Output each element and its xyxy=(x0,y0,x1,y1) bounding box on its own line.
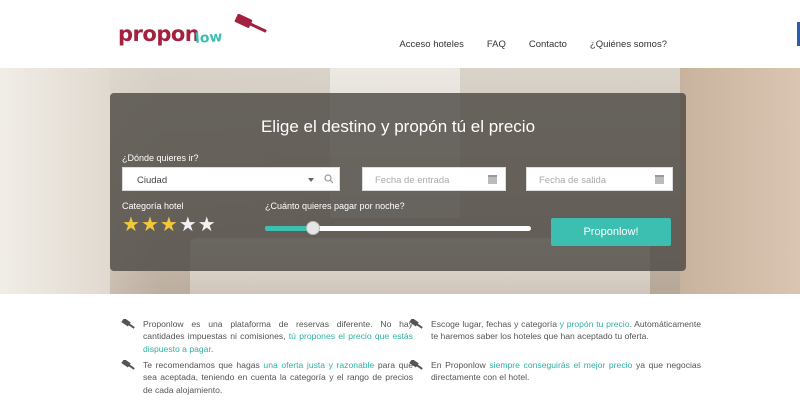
nav-faq[interactable]: FAQ xyxy=(487,39,506,50)
chevron-down-icon xyxy=(308,178,314,182)
search-icon xyxy=(324,174,334,184)
info-highlight: siempre conseguirás el mejor precio xyxy=(489,360,633,370)
category-label: Categoría hotel xyxy=(122,201,184,211)
city-select[interactable]: Ciudad xyxy=(122,167,340,191)
checkout-date-field[interactable]: Fecha de salida xyxy=(526,167,673,191)
star-icon[interactable]: ★ xyxy=(198,214,216,234)
info-text: Escoge lugar, fechas y categoría xyxy=(431,319,560,329)
nav-quienes-somos[interactable]: ¿Quiénes somos? xyxy=(590,39,667,50)
search-title: Elige el destino y propón tú el precio xyxy=(260,117,536,136)
info-text: Te recomendamos que hagas xyxy=(143,360,264,370)
gavel-logo-icon xyxy=(234,14,267,33)
city-select-value: Ciudad xyxy=(137,175,168,186)
hero-background-wall xyxy=(0,68,110,294)
info-text: . xyxy=(210,343,214,354)
main-nav: Acceso hoteles FAQ Contacto ¿Quiénes som… xyxy=(376,39,667,50)
proponlow-logo[interactable]: propon low xyxy=(118,14,268,58)
info-item: Te recomendamos que hagas una oferta jus… xyxy=(121,359,413,396)
destination-label: ¿Dónde quieres ir? xyxy=(122,153,199,163)
star-icon[interactable]: ★ xyxy=(122,214,140,234)
price-slider[interactable] xyxy=(265,221,531,235)
gavel-icon xyxy=(121,319,135,329)
price-label: ¿Cuánto quieres pagar por noche? xyxy=(265,201,405,211)
info-item: Proponlow es una plataforma de reservas … xyxy=(121,318,413,355)
info-item: En Proponlow siempre conseguirás el mejo… xyxy=(409,359,701,384)
hero-background-wall-right xyxy=(680,68,800,294)
info-text: En Proponlow xyxy=(431,360,490,370)
star-icon[interactable]: ★ xyxy=(141,214,159,234)
category-star-rating[interactable]: ★ ★ ★ ★ ★ xyxy=(122,214,217,234)
checkout-placeholder: Fecha de salida xyxy=(539,175,607,186)
calendar-icon xyxy=(655,175,664,184)
star-icon[interactable]: ★ xyxy=(160,214,178,234)
calendar-icon xyxy=(488,175,497,184)
info-section: Proponlow es una plataforma de reservas … xyxy=(0,294,800,400)
gavel-icon xyxy=(409,360,423,370)
search-panel: Elige el destino y propón tú el precio ¿… xyxy=(110,93,686,271)
info-highlight: y propón tu precio xyxy=(559,319,630,329)
price-slider-handle[interactable] xyxy=(305,221,320,235)
checkin-date-field[interactable]: Fecha de entrada xyxy=(362,167,506,191)
gavel-icon xyxy=(409,319,423,329)
proponlow-submit-button[interactable]: Proponlow! xyxy=(551,218,671,246)
star-icon[interactable]: ★ xyxy=(179,214,197,234)
info-item: Escoge lugar, fechas y categoría y propó… xyxy=(409,318,701,343)
site-header: propon low Acceso hoteles FAQ Contacto ¿… xyxy=(0,0,800,68)
logo-text-propon: propon xyxy=(118,22,200,46)
gavel-icon xyxy=(121,360,135,370)
hero-banner: Elige el destino y propón tú el precio ¿… xyxy=(0,68,800,294)
info-highlight: una oferta justa y razonable xyxy=(263,360,375,370)
logo-text-low: low xyxy=(194,29,223,47)
nav-contacto[interactable]: Contacto xyxy=(529,39,567,50)
nav-acceso-hoteles[interactable]: Acceso hoteles xyxy=(399,39,463,50)
checkin-placeholder: Fecha de entrada xyxy=(375,175,450,186)
